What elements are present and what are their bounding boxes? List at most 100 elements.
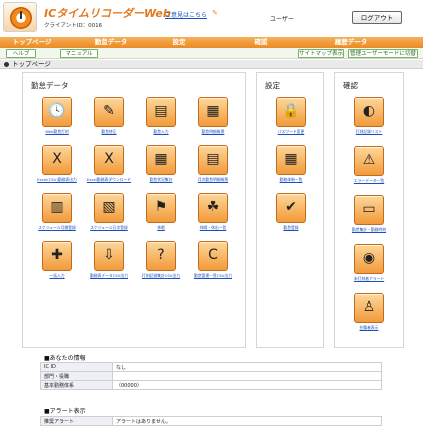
attendance-tile-9[interactable]: ▧ スケジュール日次登録 (85, 193, 133, 241)
attendance-panel-title: 勤怠データ (31, 81, 69, 90)
confirm-panel-title: 確認 (343, 81, 358, 90)
calendar-icon[interactable]: ▦ (198, 97, 228, 127)
attendance-tile-label[interactable]: 勤怠修正 (85, 129, 133, 135)
attendance-tile-label[interactable]: 休暇 (137, 225, 185, 231)
vacation-icon-glyph: ⚑ (154, 199, 168, 215)
attendance-tile-label[interactable]: 勤怠入力 (137, 129, 185, 135)
attendance-tile-11[interactable]: ☘ 休暇・休出一覧 (189, 193, 237, 241)
settings-tile-label[interactable]: パスワード変更 (267, 129, 315, 135)
attendance-tile-8[interactable]: ▥ スケジュール月間登録 (33, 193, 81, 241)
record-list-icon[interactable]: ◐ (354, 97, 384, 127)
attendance-tile-label[interactable]: Web勤怠打刻 (33, 129, 81, 135)
tab-attendance[interactable]: 勤怠データ (90, 37, 132, 48)
attendance-tile-label[interactable]: 打刻記録集計CSV出力 (137, 273, 185, 279)
attendance-tile-label[interactable]: 勤務表データCSV出力 (85, 273, 133, 279)
attendance-tile-14[interactable]: ? 打刻記録集計CSV出力 (137, 241, 185, 289)
clock-icon[interactable]: 🕓 (42, 97, 72, 127)
lock-icon[interactable]: 🔒 (276, 97, 306, 127)
attendance-tile-label[interactable]: 月次勤怠明細帳票 (189, 177, 237, 183)
attendance-tile-label[interactable]: 休暇・休出一覧 (189, 225, 237, 231)
main-nav: トップページ 勤怠データ 設定 確認 履歴データ (0, 37, 423, 48)
attendance-tile-15[interactable]: C 勤怠管理一覧CSV出力 (189, 241, 237, 289)
page-title: トップページ (12, 60, 51, 68)
calendar-schedule-icon[interactable]: ▥ (42, 193, 72, 223)
attendance-tile-label[interactable]: 勤怠管理一覧CSV出力 (189, 273, 237, 279)
document-stamp-icon-glyph: ▤ (154, 103, 168, 119)
attendance-tile-label[interactable]: 勤怠明細帳票 (189, 129, 237, 135)
settings-tile-2[interactable]: ✔ 勤怠登録 (267, 193, 315, 241)
csv-list-icon[interactable]: C (198, 241, 228, 271)
attendance-tile-label[interactable]: スケジュール月間登録 (33, 225, 81, 231)
excel-export-icon[interactable]: X (42, 145, 72, 175)
help-button[interactable]: ヘルプ (6, 49, 36, 58)
confirm-tile-0[interactable]: ◐ 打刻記録リスト (345, 97, 393, 145)
settings-tile-0[interactable]: 🔒 パスワード変更 (267, 97, 315, 145)
attendance-tile-label[interactable]: Excel(CSV)勤務表出力 (33, 177, 81, 183)
tab-confirm[interactable]: 確認 (250, 37, 272, 48)
confirm-tile-label[interactable]: 未打刻者アラート (345, 276, 393, 282)
calendar-monthly-icon-glyph: ▤ (206, 151, 220, 167)
csv-export-icon[interactable]: ⇩ (94, 241, 124, 271)
help-balloon-icon[interactable]: ? (146, 241, 176, 271)
attendance-panel: 勤怠データ 🕓 Web勤怠打刻 ✎ 勤怠修正 ▤ 勤怠入力 ▦ 勤怠明細帳票 X Excel(CS… (22, 72, 246, 348)
attendance-tile-7[interactable]: ▤ 月次勤怠明細帳票 (189, 145, 237, 193)
confirm-tile-label[interactable]: 打刻記録リスト (345, 129, 393, 135)
attendance-tile-label[interactable]: 勤怠状況集計 (137, 177, 185, 183)
tab-history[interactable]: 履歴データ (330, 37, 372, 48)
your-info-heading: ■あなたの情報 (44, 355, 86, 362)
grid-table-icon[interactable]: ▦ (146, 145, 176, 175)
attendance-tile-10[interactable]: ⚑ 休暇 (137, 193, 185, 241)
attendance-tile-1[interactable]: ✎ 勤怠修正 (85, 97, 133, 145)
attendance-tile-0[interactable]: 🕓 Web勤怠打刻 (33, 97, 81, 145)
tab-settings[interactable]: 設定 (168, 37, 190, 48)
settings-tile-label[interactable]: 勤務体制一覧 (267, 177, 315, 183)
confirm-tile-3[interactable]: ◉ 未打刻者アラート (345, 244, 393, 292)
pen-edit-icon-glyph: ✎ (103, 103, 115, 119)
attendance-tile-3[interactable]: ▦ 勤怠明細帳票 (189, 97, 237, 145)
pencil-icon[interactable]: ✎ (212, 9, 218, 17)
alarm-light-icon[interactable]: ◉ (354, 244, 384, 274)
checkmark-icon-glyph: ✔ (285, 199, 297, 215)
calendar-monthly-icon[interactable]: ▤ (198, 145, 228, 175)
attendance-tile-13[interactable]: ⇩ 勤務表データCSV出力 (85, 241, 133, 289)
tab-top-page[interactable]: トップページ (6, 37, 58, 48)
confirm-tile-label[interactable]: 在籍者表示 (345, 325, 393, 331)
admin-mode-button[interactable]: 管理ユーザーモードに切替 (348, 49, 418, 58)
manual-button[interactable]: マニュアル (60, 49, 98, 58)
confirm-tile-1[interactable]: ⚠ エラーデータ一覧 (345, 146, 393, 194)
vacation-list-icon[interactable]: ☘ (198, 193, 228, 223)
schedule-daily-icon-glyph: ▧ (102, 199, 116, 215)
table-icon[interactable]: ▦ (276, 145, 306, 175)
confirm-tile-4[interactable]: ♙ 在籍者表示 (345, 293, 393, 341)
checkmark-icon[interactable]: ✔ (276, 193, 306, 223)
attendance-tile-5[interactable]: X Excel勤務表ダウンロード (85, 145, 133, 193)
vacation-icon[interactable]: ⚑ (146, 193, 176, 223)
confirm-tile-label[interactable]: 勤怠集計・勤務時刻 (345, 227, 393, 233)
attendance-tile-label[interactable]: Excel勤務表ダウンロード (85, 177, 133, 183)
monitor-icon[interactable]: ▭ (354, 195, 384, 225)
document-stamp-icon[interactable]: ▤ (146, 97, 176, 127)
confirm-tile-2[interactable]: ▭ 勤怠集計・勤務時刻 (345, 195, 393, 243)
opinion-link[interactable]: ご意見はこちら (165, 10, 207, 19)
info-key: 部門・役職 (40, 371, 113, 381)
attendance-tile-6[interactable]: ▦ 勤怠状況集計 (137, 145, 185, 193)
error-data-icon[interactable]: ⚠ (354, 146, 384, 176)
bulk-input-icon[interactable]: ✚ (42, 241, 72, 271)
attendance-tile-4[interactable]: X Excel(CSV)勤務表出力 (33, 145, 81, 193)
attendance-tile-label[interactable]: スケジュール日次登録 (85, 225, 133, 231)
alarm-light-icon-glyph: ◉ (362, 250, 376, 266)
excel-download-icon[interactable]: X (94, 145, 124, 175)
logout-button[interactable]: ログアウト (352, 11, 402, 24)
sitemap-button[interactable]: サイトマップ表示 (298, 49, 344, 58)
pen-edit-icon[interactable]: ✎ (94, 97, 124, 127)
settings-panel: 設定 🔒 パスワード変更 ▦ 勤務体制一覧 ✔ 勤怠登録 (256, 72, 324, 348)
attendance-tile-label[interactable]: 一括入力 (33, 273, 81, 279)
chair-person-icon[interactable]: ♙ (354, 293, 384, 323)
attendance-tile-12[interactable]: ✚ 一括入力 (33, 241, 81, 289)
settings-tile-1[interactable]: ▦ 勤務体制一覧 (267, 145, 315, 193)
attendance-tile-2[interactable]: ▤ 勤怠入力 (137, 97, 185, 145)
confirm-tile-label[interactable]: エラーデータ一覧 (345, 178, 393, 184)
settings-tile-label[interactable]: 勤怠登録 (267, 225, 315, 231)
schedule-daily-icon[interactable]: ▧ (94, 193, 124, 223)
sub-toolbar: ヘルプ マニュアル サイトマップ表示 管理ユーザーモードに切替 (0, 48, 423, 59)
